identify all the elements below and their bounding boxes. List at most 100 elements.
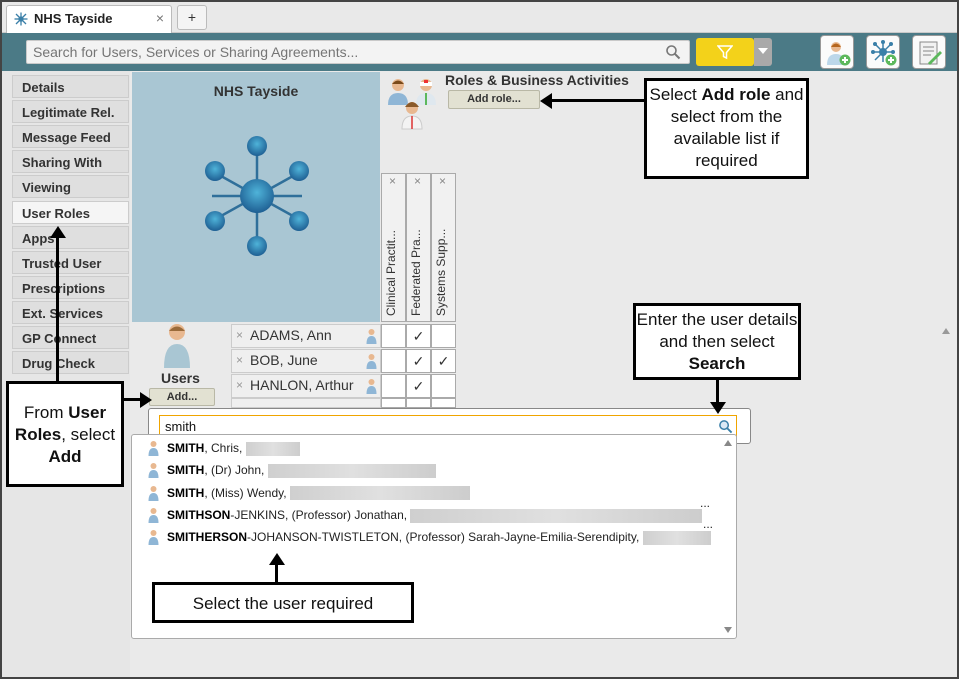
user-search-input[interactable] xyxy=(160,416,700,436)
arrow-head xyxy=(710,402,726,414)
arrow-line xyxy=(716,380,719,403)
close-icon[interactable]: × xyxy=(156,10,164,26)
arrow-line xyxy=(552,99,644,102)
add-network-button[interactable] xyxy=(866,35,900,69)
redacted-details xyxy=(642,531,711,546)
chevron-down-icon xyxy=(758,48,768,54)
truncation-ellipsis: ... xyxy=(700,496,711,510)
redacted-details xyxy=(289,486,470,501)
role-column-header: × Clinical Practit... xyxy=(381,173,406,322)
role-cell[interactable] xyxy=(381,349,406,373)
add-user-role-button[interactable]: Add... xyxy=(149,388,215,406)
table-row: × HANLON, Arthur xyxy=(231,374,381,398)
role-cell[interactable] xyxy=(381,324,406,348)
sidebar-item-user-roles[interactable]: User Roles xyxy=(12,200,129,224)
arrow-head xyxy=(540,93,552,109)
search-icon[interactable] xyxy=(718,419,733,434)
add-role-button[interactable]: Add role... xyxy=(448,90,540,109)
users-avatar-icon xyxy=(164,324,190,368)
arrow-head xyxy=(50,226,66,238)
role-cell[interactable] xyxy=(381,374,406,398)
toolbar xyxy=(2,33,957,71)
role-cell xyxy=(381,398,406,408)
arrow-line xyxy=(56,238,59,381)
edit-document-icon xyxy=(919,41,942,65)
callout-bold-text: Search xyxy=(688,354,746,373)
callout-text: Select the user required xyxy=(192,594,374,613)
result-match-text: SMITH xyxy=(167,463,205,478)
tab-title: NHS Tayside xyxy=(34,11,113,26)
sidebar-item-apps[interactable]: Apps xyxy=(12,225,129,249)
remove-role-icon[interactable]: × xyxy=(389,174,396,188)
result-rest-text: -JENKINS, (Professor) Jonathan, xyxy=(230,507,408,522)
arrow-head xyxy=(140,392,152,408)
network-icon xyxy=(14,12,28,26)
result-match-text: SMITHSON xyxy=(167,507,231,522)
filter-button[interactable] xyxy=(696,38,754,66)
remove-user-icon[interactable]: × xyxy=(236,353,243,367)
user-icon xyxy=(148,485,159,501)
organisation-title: NHS Tayside xyxy=(213,83,299,99)
edit-document-button[interactable] xyxy=(912,35,946,69)
callout-text: , select xyxy=(61,425,116,444)
role-column-header: × Systems Supp... xyxy=(431,173,456,322)
role-cell[interactable]: ✓ xyxy=(406,349,431,373)
role-cell[interactable]: ✓ xyxy=(431,349,456,373)
callout-text: Enter the user details and then select xyxy=(636,310,798,351)
user-name: ADAMS, Ann xyxy=(250,327,332,343)
filter-icon xyxy=(717,45,733,60)
user-icon xyxy=(366,354,377,369)
global-search-input[interactable] xyxy=(27,41,647,63)
redacted-details xyxy=(245,441,300,456)
sidebar-item-viewing[interactable]: Viewing xyxy=(12,175,129,199)
roles-title: Roles & Business Activities xyxy=(445,72,629,88)
arrow-head xyxy=(269,553,285,565)
role-column-label: Federated Pra... xyxy=(409,229,423,316)
sidebar-item-legitimate-rel[interactable]: Legitimate Rel. xyxy=(12,100,129,124)
results-scroll-down-icon[interactable] xyxy=(724,627,732,633)
new-tab-button[interactable]: + xyxy=(177,5,207,30)
sidebar-item-message-feed[interactable]: Message Feed xyxy=(12,125,129,149)
sidebar-item-prescriptions[interactable]: Prescriptions xyxy=(12,275,129,299)
user-name: HANLON, Arthur xyxy=(250,377,354,393)
sidebar-item-trusted-user[interactable]: Trusted User xyxy=(12,250,129,274)
result-rest-text: , (Dr) John, xyxy=(204,463,265,478)
remove-user-icon[interactable]: × xyxy=(236,378,243,392)
filter-dropdown-button[interactable] xyxy=(754,38,772,66)
table-row xyxy=(231,398,381,408)
remove-user-icon[interactable]: × xyxy=(236,328,243,342)
callout-bold-text: Add role xyxy=(701,85,771,104)
sidebar-item-gp-connect[interactable]: GP Connect xyxy=(12,326,129,349)
result-rest-text: , Chris, xyxy=(204,441,243,455)
user-icon xyxy=(148,507,159,523)
tab-nhs-tayside[interactable]: NHS Tayside × xyxy=(6,5,172,33)
results-scroll-up-icon[interactable] xyxy=(724,440,732,446)
add-user-button[interactable] xyxy=(820,35,854,69)
redacted-details xyxy=(410,508,703,523)
sidebar-item-ext-services[interactable]: Ext. Services xyxy=(12,300,129,324)
role-cell[interactable]: ✓ xyxy=(406,374,431,398)
sidebar-item-details[interactable]: Details xyxy=(12,75,129,98)
role-cell[interactable]: ✓ xyxy=(406,324,431,348)
user-icon xyxy=(366,379,377,394)
role-cell xyxy=(431,398,456,408)
result-match-text: SMITH xyxy=(167,485,205,500)
user-icon xyxy=(148,530,159,546)
result-rest-text: , (Miss) Wendy, xyxy=(204,485,287,500)
user-name: BOB, June xyxy=(250,352,318,368)
search-icon[interactable] xyxy=(665,44,681,60)
remove-role-icon[interactable]: × xyxy=(414,174,421,188)
app-window: NHS Tayside × + Search for Users, Servic… xyxy=(0,0,959,679)
remove-role-icon[interactable]: × xyxy=(439,174,446,188)
role-cell xyxy=(406,398,431,408)
tab-bar: NHS Tayside × + xyxy=(2,2,957,33)
role-cell[interactable] xyxy=(431,324,456,348)
sidebar-item-sharing-with[interactable]: Sharing With xyxy=(12,150,129,174)
scroll-up-icon[interactable] xyxy=(942,328,950,334)
callout-select-user: Select the user required xyxy=(152,582,414,623)
add-user-icon xyxy=(827,42,851,66)
role-cell[interactable] xyxy=(431,374,456,398)
sidebar-item-drug-check[interactable]: Drug Check xyxy=(12,351,129,375)
arrow-line xyxy=(275,564,278,582)
role-column-label: Systems Supp... xyxy=(434,228,448,316)
